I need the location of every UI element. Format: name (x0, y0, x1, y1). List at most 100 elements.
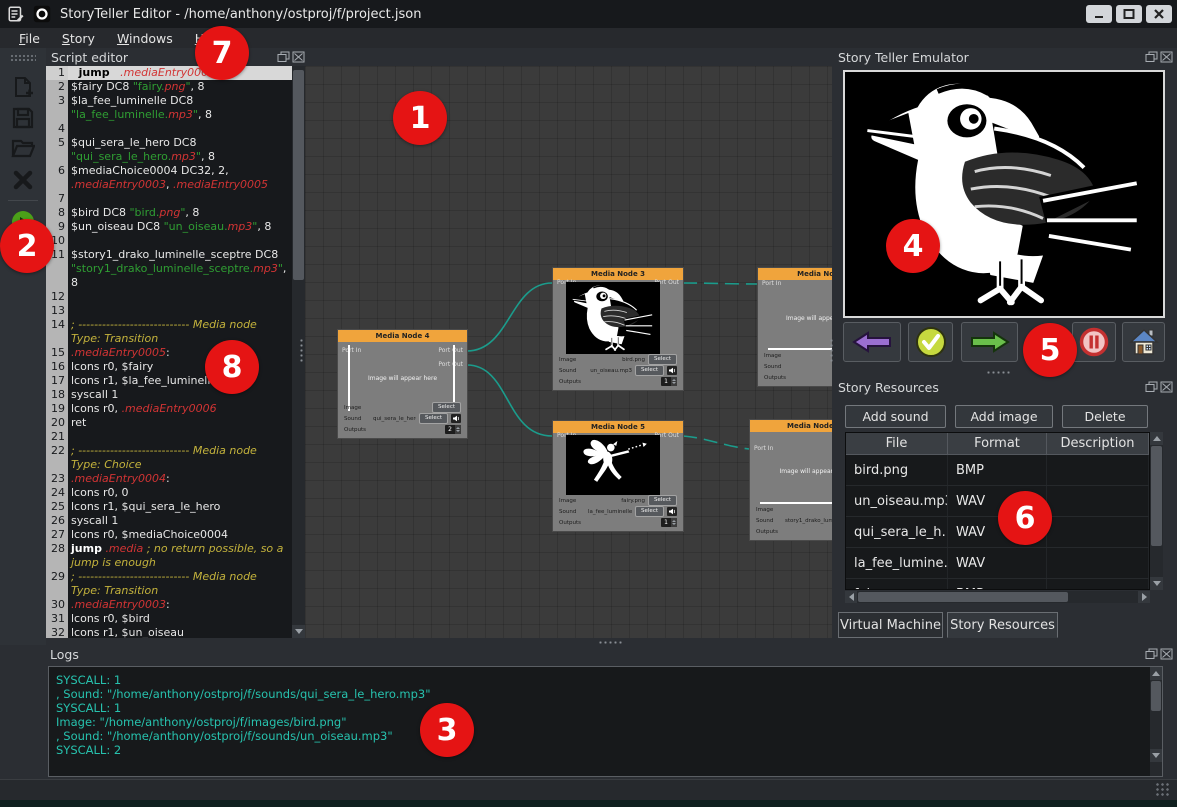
code-row[interactable]: 11$story1_drako_luminelle_sceptre DC8 (46, 248, 292, 262)
splitter-handle-left[interactable] (299, 338, 304, 364)
port-out-label[interactable]: Port Out (438, 361, 463, 368)
scroll-up-arrow[interactable] (1150, 667, 1162, 680)
select-button[interactable]: Select (635, 506, 664, 517)
code-row[interactable]: 27lcons r0, $mediaChoice0004 (46, 528, 292, 542)
minimize-button[interactable] (1086, 5, 1112, 23)
table-row[interactable]: fairy.pngBMP (846, 579, 1149, 590)
code-row[interactable]: 1 jump .mediaEntry0004 (46, 66, 292, 80)
select-button[interactable]: Select (419, 413, 448, 424)
node-title[interactable]: Media Node (758, 268, 832, 280)
menu-item-windows[interactable]: Windows (108, 30, 182, 47)
media-node-1[interactable]: Media Node 4Port InPort OutPort OutImage… (338, 330, 467, 438)
close-button[interactable] (1146, 5, 1172, 23)
toolbar-grip[interactable] (10, 54, 36, 61)
code-row[interactable]: 7 (46, 192, 292, 206)
close-panel-icon[interactable] (1160, 51, 1173, 63)
back-button[interactable] (843, 322, 901, 362)
tab-story-resources[interactable]: Story Resources (947, 612, 1058, 638)
pause-button[interactable] (1072, 322, 1116, 362)
code-row[interactable]: 30.mediaEntry0003: (46, 598, 292, 612)
speaker-icon[interactable] (667, 366, 677, 375)
code-row[interactable]: 18syscall 1 (46, 388, 292, 402)
code-row[interactable]: Type: Choice (46, 458, 292, 472)
code-row[interactable]: 29; ---------------------------- Media n… (46, 570, 292, 584)
outputs-spinner[interactable]: 1 (661, 377, 677, 386)
port-out-label[interactable]: Port Out (438, 347, 463, 354)
speaker-icon[interactable] (667, 507, 677, 516)
table-row[interactable]: bird.pngBMP (846, 455, 1149, 486)
code-row[interactable]: 25lcons r1, $qui_sera_le_hero (46, 500, 292, 514)
close-panel-icon[interactable] (1160, 648, 1173, 660)
code-row[interactable]: jump is enough (46, 556, 292, 570)
code-row[interactable]: 8 (46, 276, 292, 290)
resize-grip[interactable] (1156, 783, 1170, 797)
node-graph-canvas[interactable]: Media Node 4Port InPort OutPort OutImage… (305, 66, 832, 638)
code-row[interactable]: "la_fee_luminelle.mp3", 8 (46, 108, 292, 122)
maximize-button[interactable] (1116, 5, 1142, 23)
scroll-down-arrow[interactable] (1150, 749, 1162, 762)
tab-virtual-machine[interactable]: Virtual Machine (838, 612, 943, 638)
delete-button[interactable]: Delete (1062, 405, 1148, 428)
code-row[interactable]: 19lcons r0, .mediaEntry0006 (46, 402, 292, 416)
column-header-format[interactable]: Format (948, 433, 1047, 455)
outputs-spinner[interactable]: 1 (661, 518, 677, 527)
media-node-4[interactable]: Media NodePort InImage will appear hereI… (758, 268, 832, 386)
scrollbar-thumb[interactable] (293, 70, 304, 280)
code-row[interactable]: Type: Transition (46, 332, 292, 346)
open-button[interactable] (11, 136, 35, 160)
new-script-button[interactable] (11, 76, 35, 100)
code-row[interactable]: 31lcons r0, $bird (46, 612, 292, 626)
select-button[interactable]: Select (648, 354, 677, 365)
code-row[interactable]: 26syscall 1 (46, 514, 292, 528)
speaker-icon[interactable] (451, 414, 461, 423)
code-row[interactable]: 13 (46, 304, 292, 318)
code-row[interactable]: 12 (46, 290, 292, 304)
table-row[interactable]: la_fee_lumine…WAV (846, 548, 1149, 579)
code-row[interactable]: 4 (46, 122, 292, 136)
logs-scrollbar[interactable] (1150, 667, 1162, 776)
code-row[interactable]: 20ret (46, 416, 292, 430)
scrollbar-thumb[interactable] (1151, 446, 1162, 546)
float-panel-icon[interactable] (1145, 648, 1158, 660)
select-button[interactable]: Select (648, 495, 677, 506)
menu-item-file[interactable]: File (10, 30, 49, 47)
home-button[interactable] (1122, 322, 1165, 362)
port-in-label[interactable]: Port In (762, 280, 781, 287)
code-row[interactable]: 24lcons r0, 0 (46, 486, 292, 500)
code-row[interactable]: 2$fairy DC8 "fairy.png", 8 (46, 80, 292, 94)
code-row[interactable]: 22; ---------------------------- Media n… (46, 444, 292, 458)
resources-vscrollbar[interactable] (1150, 432, 1163, 590)
media-node-3[interactable]: Media Node 5Port InPort OutImagefairy.pn… (553, 421, 683, 531)
select-button[interactable]: Select (432, 402, 461, 413)
close-panel-icon[interactable] (1160, 381, 1173, 393)
forward-button[interactable] (961, 322, 1018, 362)
port-in-label[interactable]: Port In (754, 445, 773, 452)
scrollbar-thumb[interactable] (858, 592, 1068, 602)
code-row[interactable]: "story1_drako_luminelle_sceptre.mp3", (46, 262, 292, 276)
code-row[interactable]: 14; ---------------------------- Media n… (46, 318, 292, 332)
add-sound-button[interactable]: Add sound (845, 405, 946, 428)
code-row[interactable]: 9$un_oiseau DC8 "un_oiseau.mp3", 8 (46, 220, 292, 234)
code-row[interactable]: 8$bird DC8 "bird.png", 8 (46, 206, 292, 220)
close-panel-icon[interactable] (292, 51, 305, 63)
node-title[interactable]: Media Node 4 (338, 330, 467, 342)
code-row[interactable]: 5$qui_sera_le_hero DC8 (46, 136, 292, 150)
code-row[interactable]: Type: Transition (46, 584, 292, 598)
scroll-right-arrow[interactable] (1138, 591, 1150, 603)
node-title[interactable]: Media Node 6 (750, 420, 832, 432)
menu-item-story[interactable]: Story (53, 30, 104, 47)
code-row[interactable]: 28jump .media ; no return possible, so a (46, 542, 292, 556)
code-row[interactable]: 3$la_fee_luminelle DC8 (46, 94, 292, 108)
float-panel-icon[interactable] (1145, 381, 1158, 393)
media-node-5[interactable]: Media Node 6Port InImage will appear her… (750, 420, 832, 540)
scroll-down-arrow[interactable] (292, 625, 305, 638)
delete-button[interactable] (11, 168, 35, 192)
code-row[interactable]: 6$mediaChoice0004 DC32, 2, (46, 164, 292, 178)
outputs-spinner[interactable]: 2 (445, 425, 461, 434)
logs-output[interactable]: SYSCALL: 1, Sound: "/home/anthony/ostpro… (48, 666, 1163, 777)
code-row[interactable]: .mediaEntry0003, .mediaEntry0005 (46, 178, 292, 192)
scroll-left-arrow[interactable] (845, 591, 857, 603)
scrollbar-thumb[interactable] (1151, 681, 1161, 711)
float-panel-icon[interactable] (1145, 51, 1158, 63)
scroll-up-arrow[interactable] (1150, 432, 1163, 445)
